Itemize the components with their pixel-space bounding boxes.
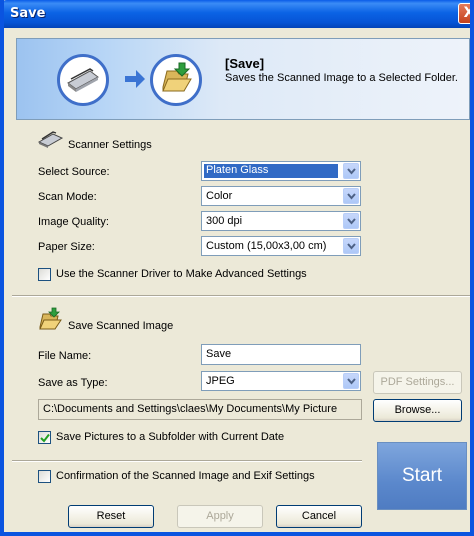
confirmation-checkbox[interactable] <box>38 470 51 483</box>
save-folder-icon <box>150 54 202 106</box>
close-button[interactable]: X <box>458 3 470 24</box>
chevron-down-icon[interactable] <box>343 188 359 204</box>
select-source-value: Platen Glass <box>204 164 338 178</box>
save-as-type-dropdown[interactable]: JPEG <box>201 371 361 391</box>
use-scanner-driver-checkbox[interactable] <box>38 268 51 281</box>
paper-size-dropdown[interactable]: Custom (15,00x3,00 cm) <box>201 236 361 256</box>
save-dialog: Save X [Save] Saves the Scanned Image to… <box>0 0 474 536</box>
arrow-right-icon <box>125 70 145 88</box>
pdf-settings-button[interactable]: PDF Settings... <box>373 371 462 394</box>
scanner-icon <box>57 54 109 106</box>
save-folder-icon <box>39 307 62 330</box>
use-scanner-driver-label[interactable]: Use the Scanner Driver to Make Advanced … <box>56 268 307 280</box>
reset-button[interactable]: Reset <box>68 505 154 528</box>
save-as-type-value: JPEG <box>206 375 235 387</box>
image-quality-value: 300 dpi <box>206 215 243 227</box>
apply-button[interactable]: Apply <box>177 505 263 528</box>
paper-size-value: Custom (15,00x3,00 cm) <box>206 240 327 252</box>
subfolder-label[interactable]: Save Pictures to a Subfolder with Curren… <box>56 431 284 443</box>
chevron-down-icon[interactable] <box>343 238 359 254</box>
file-name-value: Save <box>206 348 232 360</box>
file-name-input[interactable]: Save <box>201 344 361 365</box>
confirmation-label[interactable]: Confirmation of the Scanned Image and Ex… <box>56 470 315 482</box>
select-source-label: Select Source: <box>38 166 110 178</box>
header-banner: [Save] Saves the Scanned Image to a Sele… <box>16 38 470 120</box>
image-quality-dropdown[interactable]: 300 dpi <box>201 211 361 231</box>
chevron-down-icon[interactable] <box>343 163 359 179</box>
title-bar[interactable]: Save X <box>4 0 470 28</box>
chevron-down-icon[interactable] <box>343 213 359 229</box>
save-as-type-label: Save as Type: <box>38 377 108 389</box>
window-title: Save <box>10 6 46 21</box>
browse-button[interactable]: Browse... <box>373 399 462 422</box>
scan-mode-label: Scan Mode: <box>38 191 97 203</box>
select-source-dropdown[interactable]: Platen Glass <box>201 161 361 181</box>
scanner-settings-icon <box>38 131 64 148</box>
paper-size-label: Paper Size: <box>38 241 95 253</box>
divider <box>12 295 470 297</box>
chevron-down-icon[interactable] <box>343 373 359 389</box>
save-path-field: C:\Documents and Settings\claes\My Docum… <box>38 399 362 420</box>
scanner-settings-heading: Scanner Settings <box>68 139 152 151</box>
banner-description: Saves the Scanned Image to a Selected Fo… <box>225 72 458 84</box>
scan-mode-value: Color <box>206 190 233 202</box>
close-icon[interactable]: X <box>464 5 470 21</box>
checkmark-icon <box>40 433 50 443</box>
divider <box>12 460 362 462</box>
cancel-button[interactable]: Cancel <box>276 505 362 528</box>
save-path-value: C:\Documents and Settings\claes\My Docum… <box>43 403 338 415</box>
file-name-label: File Name: <box>38 350 92 362</box>
banner-title: [Save] <box>225 56 265 71</box>
image-quality-label: Image Quality: <box>38 216 109 228</box>
start-button[interactable]: Start <box>377 442 467 510</box>
scan-mode-dropdown[interactable]: Color <box>201 186 361 206</box>
subfolder-checkbox[interactable] <box>38 431 51 444</box>
save-image-heading: Save Scanned Image <box>68 320 174 332</box>
